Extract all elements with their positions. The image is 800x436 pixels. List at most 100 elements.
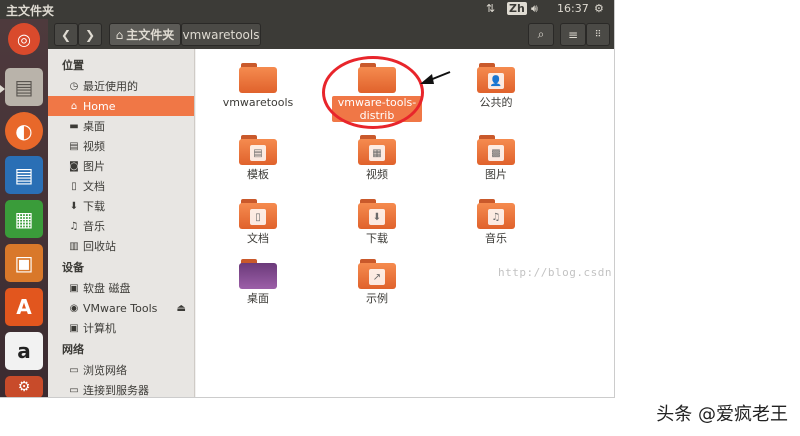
back-button[interactable]: ❮ — [54, 23, 78, 46]
pictures-folder-icon: ▩ — [477, 135, 515, 165]
folder-emblem: ⬇ — [369, 209, 385, 225]
folder-emblem: ↗ — [369, 269, 385, 285]
forward-button[interactable]: ❯ — [78, 23, 102, 46]
sidebar-item[interactable]: ◙ 图片 — [48, 156, 194, 176]
files-app-icon[interactable]: ▤ — [5, 68, 43, 106]
folder-icon — [239, 63, 277, 93]
input-method-indicator[interactable]: Zh — [507, 2, 527, 15]
gear-icon[interactable]: ⚙ — [594, 2, 604, 15]
ubuntu-logo-icon[interactable]: ◎ — [8, 23, 40, 55]
sidebar-item[interactable]: ▬ 桌面 — [48, 116, 194, 136]
music-folder-icon: ♫ — [477, 199, 515, 229]
templates-folder-icon: ▤ — [239, 135, 277, 165]
sidebar-item[interactable]: ▭ 浏览网络 — [48, 360, 194, 380]
file-item[interactable]: ⬇ 下载 — [332, 199, 422, 245]
screen-border — [614, 0, 615, 397]
top-panel: 主文件夹 ⇅ Zh 🔊︎ 16:37 ⚙ — [0, 0, 614, 19]
home-icon: ⌂ — [115, 27, 124, 42]
file-name: 公共的 — [479, 96, 513, 109]
software-center-icon[interactable]: A — [5, 288, 43, 326]
sidebar-item[interactable]: ▭ 连接到服务器 — [48, 380, 194, 397]
folder-emblem: ♫ — [488, 209, 504, 225]
home-icon: ⌂ — [70, 100, 78, 112]
folder-emblem: ▤ — [250, 145, 266, 161]
sidebar-item[interactable]: ▣ 软盘 磁盘 — [48, 278, 194, 298]
launcher: ◎ ▤ ◐ ▤ ▦ ▣ A a ⚙ — [0, 19, 48, 397]
sidebar-item[interactable]: ⌂ Home — [48, 96, 194, 116]
folder-emblem: ▦ — [369, 145, 385, 161]
video-icon: ▤ — [69, 140, 79, 152]
file-item[interactable]: ▩ 图片 — [451, 135, 541, 181]
calc-icon[interactable]: ▦ — [5, 200, 43, 238]
sidebar-item-label: 回收站 — [83, 240, 116, 253]
sidebar: 位置 ◷ 最近使用的 ⌂ Home ▬ 桌面 ▤ 视频 ◙ 图片 ▯ 文档 ⬇ … — [48, 49, 195, 397]
file-item[interactable]: vmwaretools — [213, 63, 303, 109]
disc-icon: ◉ — [69, 302, 79, 314]
sidebar-item[interactable]: ▤ 视频 — [48, 136, 194, 156]
folder-emblem: ▯ — [250, 209, 266, 225]
file-name: 桌面 — [247, 292, 269, 305]
sidebar-item[interactable]: ◷ 最近使用的 — [48, 76, 194, 96]
grid-view-button[interactable]: ⠿ — [586, 23, 610, 46]
file-item[interactable]: ↗ 示例 — [332, 259, 422, 305]
server-icon: ▭ — [69, 384, 79, 396]
sidebar-item[interactable]: ⬇ 下载 — [48, 196, 194, 216]
sidebar-item[interactable]: ▥ 回收站 — [48, 236, 194, 256]
documents-folder-icon: ▯ — [239, 199, 277, 229]
sidebar-item-label: 视频 — [83, 140, 105, 153]
file-item[interactable]: 桌面 — [213, 259, 303, 305]
file-item[interactable]: ▦ 视频 — [332, 135, 422, 181]
search-icon: ⌕ — [537, 27, 545, 41]
public-folder-icon: 👤 — [477, 63, 515, 93]
downloads-folder-icon: ⬇ — [358, 199, 396, 229]
file-name: 示例 — [366, 292, 388, 305]
file-item[interactable]: ▯ 文档 — [213, 199, 303, 245]
volume-icon[interactable]: 🔊︎ — [531, 2, 538, 16]
folder-emblem: ▩ — [488, 145, 504, 161]
sidebar-header-places: 位置 — [62, 59, 84, 72]
clock[interactable]: 16:37 — [557, 2, 589, 15]
breadcrumb-vmwaretools[interactable]: vmwaretools — [181, 23, 261, 46]
sidebar-item-label: VMware Tools — [83, 301, 158, 315]
sidebar-item-label: 连接到服务器 — [83, 384, 149, 397]
list-view-button[interactable]: ≡ — [560, 23, 586, 46]
file-name: 音乐 — [485, 232, 507, 245]
sidebar-item[interactable]: ▯ 文档 — [48, 176, 194, 196]
sidebar-item[interactable]: ◉ VMware Tools ⏏ — [48, 298, 194, 318]
sidebar-header-devices: 设备 — [62, 261, 84, 274]
sidebar-item-label: 下载 — [83, 200, 105, 213]
settings-app-icon[interactable]: ⚙ — [5, 376, 43, 397]
file-item[interactable]: 👤 公共的 — [451, 63, 541, 109]
amazon-icon[interactable]: a — [5, 332, 43, 370]
firefox-icon[interactable]: ◐ — [5, 112, 43, 150]
sidebar-item[interactable]: ▣ 计算机 — [48, 318, 194, 338]
eject-icon[interactable]: ⏏ — [177, 303, 186, 314]
file-item[interactable]: ▤ 模板 — [213, 135, 303, 181]
breadcrumb-home-label: 主文件夹 — [126, 28, 175, 42]
sidebar-item-label: 软盘 磁盘 — [83, 282, 131, 295]
document-icon: ▯ — [71, 180, 77, 192]
writer-icon[interactable]: ▤ — [5, 156, 43, 194]
search-button[interactable]: ⌕ — [528, 23, 554, 46]
desktop-icon: ▬ — [69, 120, 79, 132]
sidebar-item[interactable]: ♫ 音乐 — [48, 216, 194, 236]
impress-icon[interactable]: ▣ — [5, 244, 43, 282]
sidebar-item-label: 文档 — [83, 180, 105, 193]
computer-icon: ▣ — [69, 322, 79, 334]
annotation-arrow — [420, 71, 451, 84]
sidebar-item-label: 计算机 — [83, 322, 116, 335]
screen-bottom-border — [0, 397, 615, 398]
caption: 头条 @爱疯老王 — [656, 404, 788, 425]
file-name: 文档 — [247, 232, 269, 245]
download-icon: ⬇ — [69, 200, 79, 212]
watermark-url: http://blog.csdn.net/z — [498, 266, 614, 279]
floppy-icon: ▣ — [69, 282, 79, 294]
sidebar-item-label: 浏览网络 — [83, 364, 127, 377]
file-item[interactable]: ♫ 音乐 — [451, 199, 541, 245]
breadcrumb-home[interactable]: ⌂ 主文件夹 — [109, 23, 181, 46]
videos-folder-icon: ▦ — [358, 135, 396, 165]
sidebar-item-label: Home — [83, 99, 116, 113]
network-arrows-icon[interactable]: ⇅ — [486, 2, 495, 15]
music-icon: ♫ — [69, 220, 79, 232]
annotation-red-circle — [322, 56, 424, 129]
